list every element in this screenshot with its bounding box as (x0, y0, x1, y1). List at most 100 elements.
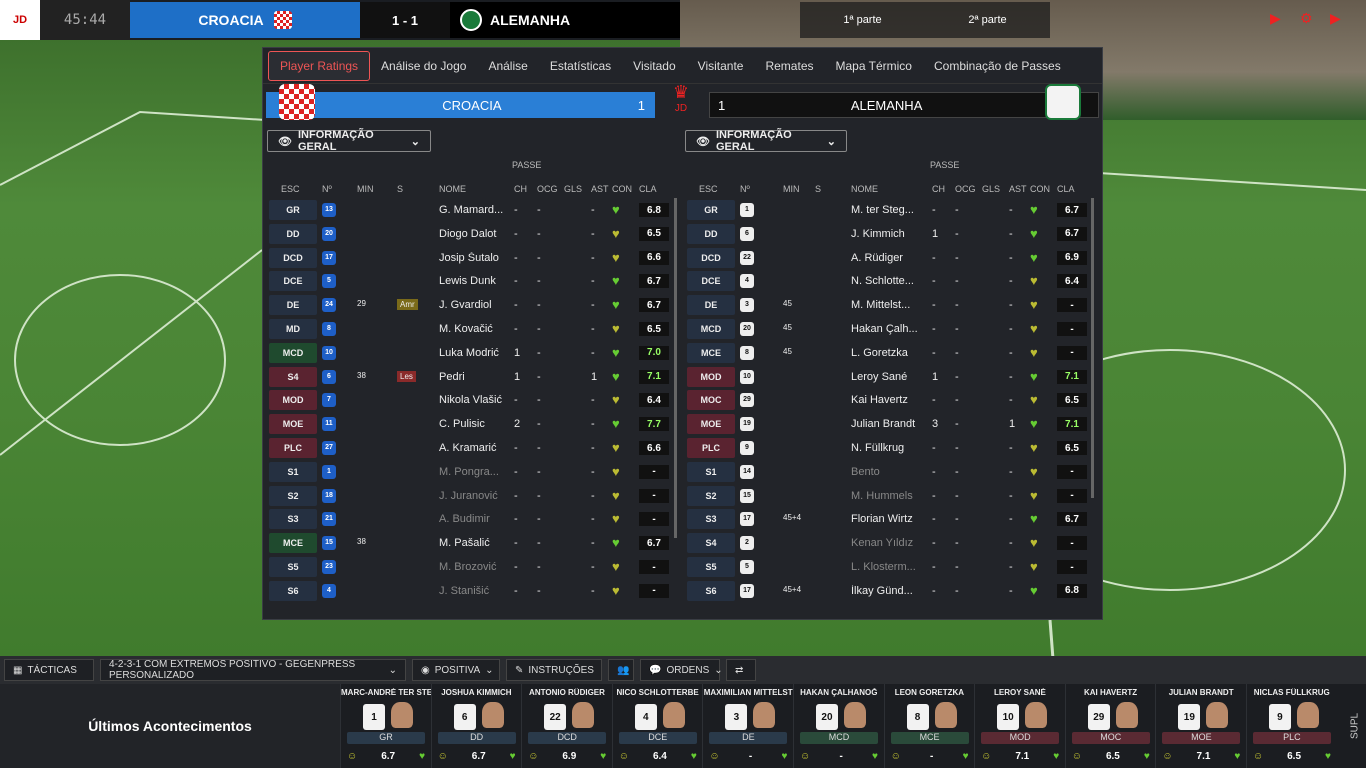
tactics-button[interactable]: ▦ TÁCTICAS (4, 659, 94, 681)
highlights-icon[interactable]: ▶ (1270, 10, 1286, 26)
home-scrollbar[interactable] (674, 198, 677, 538)
formation-select[interactable]: 4-2-3-1 COM EXTREMOS POSITIVO - GEGENPRE… (100, 659, 406, 681)
tab-5[interactable]: Visitante (687, 52, 755, 80)
col-header-pos[interactable]: ESC (699, 184, 718, 194)
col-header-min[interactable]: MIN (357, 184, 374, 194)
cell-name[interactable]: J. Kimmich (851, 228, 929, 240)
cell-name[interactable]: Florian Wirtz (851, 513, 929, 525)
mentality-select[interactable]: ◉ POSITIVA ⌄ (412, 659, 500, 681)
cell-name[interactable]: Pedri (439, 371, 517, 383)
morale-icon: ☺ (1071, 750, 1082, 762)
lineup-player-card[interactable]: NICLAS FÜLLKRUG 9 PLC ☺ 6.5 ♥ (1245, 684, 1337, 768)
cell-name[interactable]: Bento (851, 466, 929, 478)
cell-name[interactable]: J. Juranović (439, 490, 517, 502)
tab-4[interactable]: Visitado (622, 52, 686, 80)
cell-name[interactable]: N. Schlotte... (851, 275, 929, 287)
cell-name[interactable]: J. Stanišić (439, 585, 517, 597)
cell-name[interactable]: L. Klosterm... (851, 561, 929, 573)
cell-ch: - (514, 442, 518, 454)
cell-name[interactable]: Hakan Çalh... (851, 323, 929, 335)
tab-6[interactable]: Remates (754, 52, 824, 80)
cell-name[interactable]: Diogo Dalot (439, 228, 517, 240)
col-header-con[interactable]: CON (1030, 184, 1050, 194)
col-header-name[interactable]: NOME (439, 184, 466, 194)
cell-name[interactable]: M. Brozović (439, 561, 517, 573)
col-header-con[interactable]: CON (612, 184, 632, 194)
col-header-ch[interactable]: CH (932, 184, 945, 194)
lineup-player-card[interactable]: LEROY SANÉ 10 MOD ☺ 7.1 ♥ (974, 684, 1065, 768)
cell-name[interactable]: N. Füllkrug (851, 442, 929, 454)
col-header-s[interactable]: S (397, 184, 403, 194)
cell-name[interactable]: Nikola Vlašić (439, 394, 517, 406)
cell-name[interactable]: Josip Šutalo (439, 252, 517, 264)
position-badge: DD (269, 223, 317, 244)
col-header-cla[interactable]: CLA (639, 184, 657, 194)
col-header-num[interactable]: Nº (740, 184, 750, 194)
col-header-cla[interactable]: CLA (1057, 184, 1075, 194)
cell-name[interactable]: M. Mittelst... (851, 299, 929, 311)
player-portrait (1115, 702, 1138, 728)
away-info-dropdown[interactable]: 👁 INFORMAÇÃO GERAL ⌄ (685, 129, 847, 153)
lineup-player-card[interactable]: NICO SCHLOTTERBE 4 DCE ☺ 6.4 ♥ (611, 684, 703, 768)
tab-0[interactable]: Player Ratings (268, 50, 371, 81)
cell-name[interactable]: C. Pulisic (439, 418, 517, 430)
col-header-ast[interactable]: AST (591, 184, 609, 194)
last-events-label[interactable]: Últimos Acontecimentos (0, 684, 340, 768)
col-header-gls[interactable]: GLS (982, 184, 1000, 194)
cell-name[interactable]: G. Mamard... (439, 204, 517, 216)
lineup-player-card[interactable]: KAI HAVERTZ 29 MOC ☺ 6.5 ♥ (1064, 684, 1156, 768)
substitutions-button[interactable]: ⇄ (726, 659, 756, 681)
col-header-ocg[interactable]: OCG (955, 184, 976, 194)
col-header-ast[interactable]: AST (1009, 184, 1027, 194)
condition-heart-icon: ♥ (1030, 202, 1038, 217)
cell-name[interactable]: M. Pongra... (439, 466, 517, 478)
col-header-min[interactable]: MIN (783, 184, 800, 194)
match-timeline[interactable]: 1ª parte 2ª parte (800, 2, 1050, 38)
lineup-player-card[interactable]: MARC-ANDRÉ TER STE 1 GR ☺ 6.7 ♥ (340, 684, 431, 768)
col-header-ocg[interactable]: OCG (537, 184, 558, 194)
cell-name[interactable]: A. Kramarić (439, 442, 517, 454)
lineup-player-card[interactable]: JOSHUA KIMMICH 6 DD ☺ 6.7 ♥ (430, 684, 522, 768)
col-header-ch[interactable]: CH (514, 184, 527, 194)
cell-name[interactable]: L. Goretzka (851, 347, 929, 359)
cell-name[interactable]: M. Kovačić (439, 323, 517, 335)
lineup-player-card[interactable]: JULIAN BRANDT 19 MOE ☺ 7.1 ♥ (1155, 684, 1246, 768)
home-info-dropdown[interactable]: 👁 INFORMAÇÃO GERAL ⌄ (267, 129, 431, 153)
tab-7[interactable]: Mapa Térmico (825, 52, 923, 80)
play-icon[interactable]: ▶ (1330, 10, 1346, 26)
settings-icon[interactable]: ⚙ (1300, 10, 1316, 26)
cell-name[interactable]: Lewis Dunk (439, 275, 517, 287)
col-header-pos[interactable]: ESC (281, 184, 300, 194)
cell-name[interactable]: M. Pašalić (439, 537, 517, 549)
substitutes-tab[interactable]: SUPL (1344, 684, 1366, 768)
shirt-number: 20 (322, 226, 336, 241)
cell-name[interactable]: Kai Havertz (851, 394, 929, 406)
col-header-gls[interactable]: GLS (564, 184, 582, 194)
cell-name[interactable]: Kenan Yıldız (851, 537, 929, 549)
shirt-number: 3 (740, 298, 754, 313)
col-header-name[interactable]: NOME (851, 184, 878, 194)
instructions-button[interactable]: ✎ INSTRUÇÕES (506, 659, 602, 681)
lineup-player-card[interactable]: HAKAN ÇALHANOĞ 20 MCD ☺ - ♥ (792, 684, 884, 768)
orders-select[interactable]: 💬 ORDENS ⌄ (640, 659, 723, 681)
col-header-s[interactable]: S (815, 184, 821, 194)
cell-name[interactable]: M. ter Steg... (851, 204, 929, 216)
tab-2[interactable]: Análise (477, 52, 538, 80)
cell-name[interactable]: Leroy Sané (851, 371, 929, 383)
tab-3[interactable]: Estatísticas (539, 52, 622, 80)
cell-name[interactable]: Luka Modrić (439, 347, 517, 359)
away-scrollbar[interactable] (1091, 198, 1094, 498)
lineup-player-card[interactable]: LEON GORETZKA 8 MCE ☺ - ♥ (883, 684, 975, 768)
lineup-player-card[interactable]: MAXIMILIAN MITTELST 3 DE ☺ - ♥ (702, 684, 793, 768)
tab-1[interactable]: Análise do Jogo (370, 52, 477, 80)
col-header-num[interactable]: Nº (322, 184, 332, 194)
cell-name[interactable]: A. Budimir (439, 513, 517, 525)
cell-name[interactable]: İlkay Günd... (851, 585, 929, 597)
team-talk-button[interactable]: 👥 (608, 659, 634, 681)
cell-name[interactable]: Julian Brandt (851, 418, 929, 430)
cell-name[interactable]: A. Rüdiger (851, 252, 929, 264)
tab-8[interactable]: Combinação de Passes (923, 52, 1072, 80)
lineup-player-card[interactable]: ANTONIO RÜDIGER 22 DCD ☺ 6.9 ♥ (521, 684, 612, 768)
cell-name[interactable]: J. Gvardiol (439, 299, 517, 311)
cell-name[interactable]: M. Hummels (851, 490, 929, 502)
